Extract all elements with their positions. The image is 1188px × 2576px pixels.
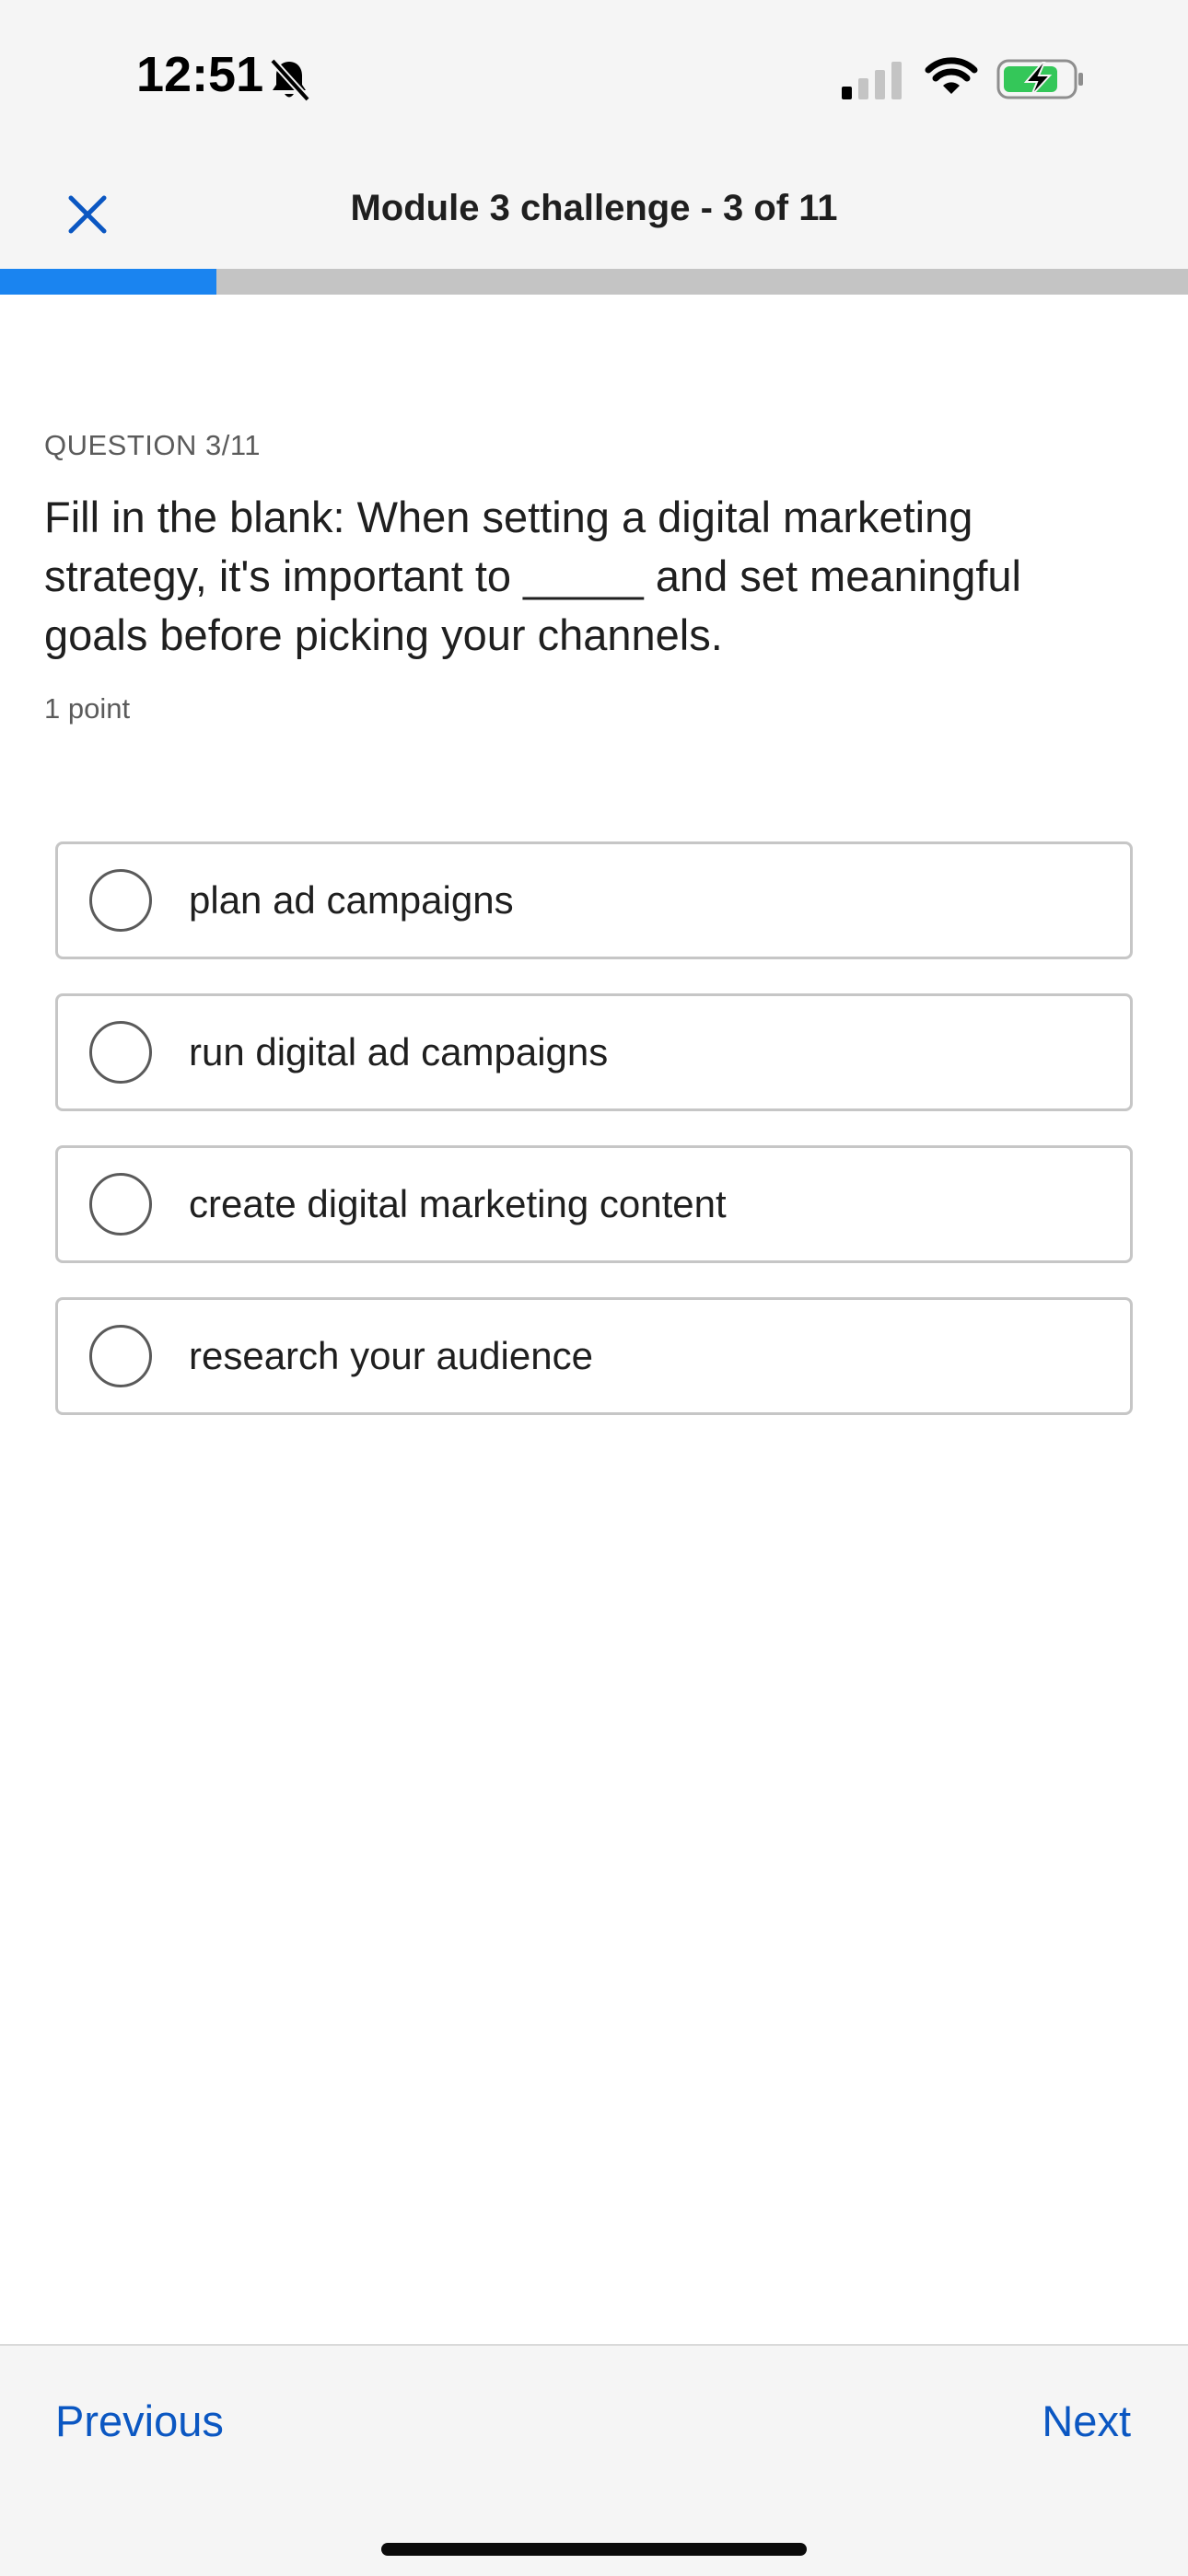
radio-button[interactable] xyxy=(89,1021,152,1084)
answer-option-label: create digital marketing content xyxy=(189,1182,727,1225)
next-button[interactable]: Next xyxy=(1042,2396,1131,2446)
progress-bar xyxy=(0,269,1188,295)
answer-option-label: run digital ad campaigns xyxy=(189,1030,609,1073)
answer-option[interactable]: run digital ad campaigns xyxy=(55,993,1133,1111)
home-indicator[interactable] xyxy=(381,2543,807,2556)
answer-option[interactable]: research your audience xyxy=(55,1297,1133,1415)
question-points: 1 point xyxy=(44,692,131,725)
question-number: QUESTION 3/11 xyxy=(44,429,262,461)
previous-button[interactable]: Previous xyxy=(55,2396,224,2446)
answer-option-label: research your audience xyxy=(189,1334,593,1377)
progress-bar-fill xyxy=(0,269,216,295)
answer-option[interactable]: plan ad campaigns xyxy=(55,841,1133,959)
answer-option-label: plan ad campaigns xyxy=(189,878,514,922)
cellular-signal-icon xyxy=(842,62,902,99)
battery-charging-icon xyxy=(996,59,1083,99)
answer-options: plan ad campaigns run digital ad campaig… xyxy=(55,841,1133,1449)
navigation-footer: Previous Next xyxy=(0,2344,1188,2576)
answer-option[interactable]: create digital marketing content xyxy=(55,1145,1133,1263)
status-time: 12:51 xyxy=(136,47,264,102)
status-bar: 12:51 xyxy=(0,0,1188,157)
page-title: Module 3 challenge - 3 of 11 xyxy=(350,188,838,228)
question-text: Fill in the blank: When setting a digita… xyxy=(44,493,1021,659)
challenge-header: Module 3 challenge - 3 of 11 xyxy=(0,157,1188,269)
bell-slash-icon xyxy=(270,58,310,102)
radio-button[interactable] xyxy=(89,1173,152,1236)
wifi-icon xyxy=(925,57,978,94)
radio-button[interactable] xyxy=(89,1325,152,1387)
radio-button[interactable] xyxy=(89,869,152,932)
